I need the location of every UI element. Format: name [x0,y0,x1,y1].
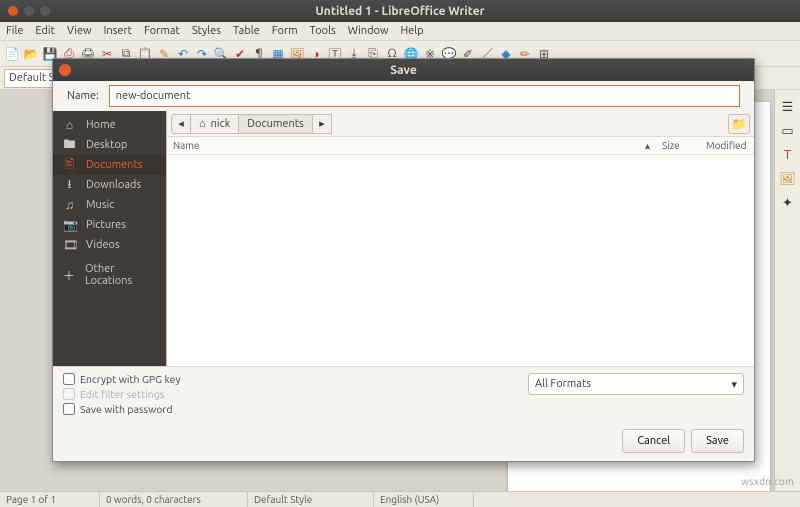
home-icon: ⌂ [199,118,206,130]
open-icon[interactable]: 📂 [23,46,39,62]
videos-icon: 🎞 [63,238,76,252]
status-bar: Page 1 of 1 0 words, 0 characters Defaul… [0,491,800,507]
dialog-title: Save [53,64,754,77]
place-other-locations[interactable]: ＋ Other Locations [53,265,166,285]
place-label: Documents [86,159,143,171]
file-list-header: Name ▴ Size Modified [167,137,754,155]
sidebar-styles-icon[interactable]: T [779,146,797,164]
place-music[interactable]: ♫ Music [53,195,166,215]
menu-file[interactable]: File [6,25,23,37]
menu-insert[interactable]: Insert [104,25,132,37]
save-password-checkbox[interactable]: Save with password [63,403,181,415]
path-back-button[interactable]: ◂ [171,114,191,134]
checkbox-icon[interactable] [63,373,75,385]
path-bar: ◂ ⌂ nick Documents ▸ 📁 [167,111,754,137]
format-label: All Formats [535,378,591,390]
file-list[interactable] [167,155,754,366]
menu-format[interactable]: Format [144,25,180,37]
filename-input[interactable] [109,85,740,107]
menu-form[interactable]: Form [272,25,298,37]
documents-icon: 🖹 [63,155,76,176]
new-icon[interactable]: 📄 [4,46,20,62]
sidebar-gallery-icon[interactable]: 🖼 [779,170,797,188]
filename-label: Name: [67,90,99,102]
menu-bar: File Edit View Insert Format Styles Tabl… [0,22,800,41]
home-icon: ⌂ [63,118,76,132]
checkbox-label: Save with password [80,403,172,415]
chevron-down-icon: ▾ [731,378,737,391]
sidebar-navigator-icon[interactable]: ✦ [779,194,797,212]
window-title: Untitled 1 - LibreOffice Writer [0,5,800,18]
checkbox-icon [63,388,75,400]
menu-table[interactable]: Table [233,25,260,37]
path-user-label: nick [211,118,231,130]
status-language[interactable]: English (USA) [374,492,474,507]
plus-icon: ＋ [63,267,75,284]
menu-window[interactable]: Window [348,25,389,37]
menu-view[interactable]: View [67,25,92,37]
status-style[interactable]: Default Style [248,492,374,507]
checkbox-label: Encrypt with GPG key [80,373,181,385]
menu-tools[interactable]: Tools [310,25,336,37]
menu-styles[interactable]: Styles [192,25,221,37]
place-videos[interactable]: 🎞 Videos [53,235,166,255]
music-icon: ♫ [63,198,76,212]
place-documents[interactable]: 🖹 Documents [53,155,166,175]
place-home[interactable]: ⌂ Home [53,115,166,135]
file-format-select[interactable]: All Formats ▾ [528,373,744,395]
checkbox-icon[interactable] [63,403,75,415]
edit-filter-checkbox: Edit filter settings [63,388,181,400]
place-label: Music [86,199,114,211]
place-label: Other Locations [85,263,156,287]
menu-edit[interactable]: Edit [35,25,55,37]
column-modified[interactable]: Modified [700,137,754,154]
watermark: wsxdn.com [741,476,794,487]
places-sidebar: ⌂ Home 🖿 Desktop 🖹 Documents ⭳ Downloads ♫ Mu… [53,111,166,366]
path-documents-button[interactable]: Documents [238,114,313,134]
menu-help[interactable]: Help [400,25,423,37]
encrypt-gpg-checkbox[interactable]: Encrypt with GPG key [63,373,181,385]
place-pictures[interactable]: 📷 Pictures [53,215,166,235]
place-label: Videos [86,239,120,251]
sidebar-panel: ☰ ▭ T 🖼 ✦ [774,90,800,491]
path-home-button[interactable]: ⌂ nick [190,114,239,134]
status-words[interactable]: 0 words, 0 characters [100,492,248,507]
save-button[interactable]: Save [691,429,744,453]
pictures-icon: 📷 [63,218,76,232]
place-label: Home [86,119,116,131]
place-label: Pictures [86,219,126,231]
checkbox-label: Edit filter settings [80,388,164,400]
place-downloads[interactable]: ⭳ Downloads [53,175,166,195]
place-label: Downloads [86,179,141,191]
save-dialog: Save Name: ⌂ Home 🖿 Desktop 🖹 Documents ⭳ Do… [52,58,755,462]
new-folder-button[interactable]: 📁 [728,114,750,134]
status-remainder [474,492,800,507]
column-name[interactable]: Name ▴ [167,137,656,154]
sidebar-properties-icon[interactable]: ☰ [779,98,797,116]
status-page[interactable]: Page 1 of 1 [0,492,100,507]
desktop-icon: 🖿 [63,135,76,156]
path-forward-button[interactable]: ▸ [312,114,332,134]
column-size[interactable]: Size [656,137,700,154]
place-desktop[interactable]: 🖿 Desktop [53,135,166,155]
cancel-button[interactable]: Cancel [622,429,685,453]
downloads-icon: ⭳ [63,175,76,196]
sidebar-page-icon[interactable]: ▭ [779,122,797,140]
place-label: Desktop [86,139,127,151]
